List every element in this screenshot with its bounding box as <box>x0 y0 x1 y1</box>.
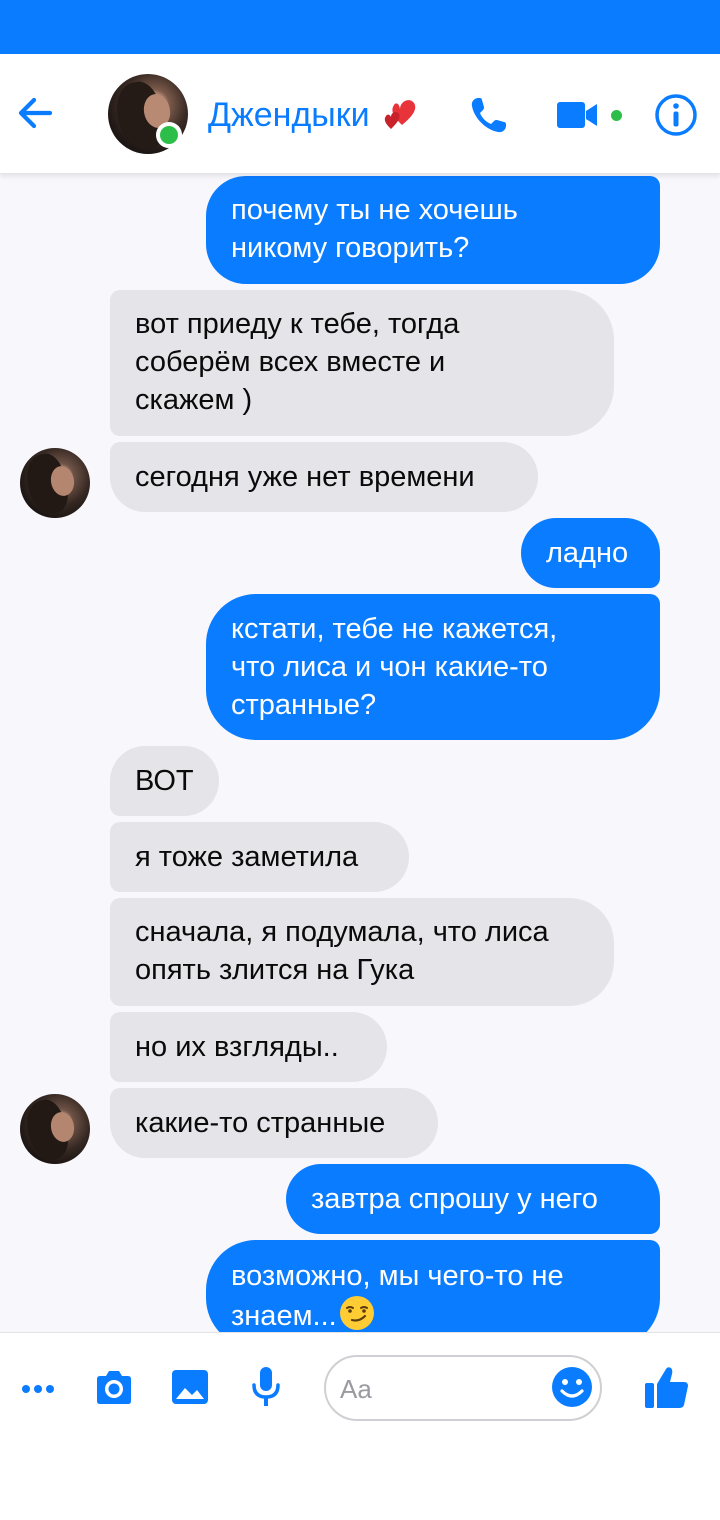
message-outgoing[interactable]: почему ты не хочешь никому говорить? <box>206 176 660 284</box>
online-status-dot <box>156 122 182 148</box>
message-incoming[interactable]: ВОТ <box>110 746 219 816</box>
message-input-placeholder: Aa <box>340 1374 372 1404</box>
smirk-emoji-icon <box>339 1296 374 1330</box>
info-icon[interactable] <box>654 93 698 137</box>
message-incoming[interactable]: сегодня уже нет времени <box>110 442 538 512</box>
message-text: возможно, мы чего-то не знаем... <box>231 1260 564 1332</box>
phone-icon[interactable] <box>466 94 510 138</box>
camera-icon[interactable] <box>93 1367 135 1407</box>
message-incoming[interactable]: но их взгляды.. <box>110 1012 387 1082</box>
message-outgoing[interactable]: возможно, мы чего-то не знаем... <box>206 1240 660 1332</box>
sender-avatar[interactable] <box>20 1094 90 1164</box>
message-list[interactable]: почему ты не хочешь никому говорить? вот… <box>0 174 720 1332</box>
contact-name-label: Дженд­ыки <box>208 95 370 134</box>
message-incoming[interactable]: какие-то странные <box>110 1088 438 1158</box>
message-incoming[interactable]: вот приеду к тебе, тогда соберём всех вм… <box>110 290 614 436</box>
video-active-dot <box>611 110 622 121</box>
thumbs-up-icon[interactable] <box>642 1363 690 1411</box>
message-outgoing[interactable]: ладно <box>521 518 660 588</box>
sender-avatar[interactable] <box>20 448 90 518</box>
emoji-icon[interactable] <box>551 1366 593 1408</box>
image-icon[interactable] <box>170 1367 210 1407</box>
video-camera-icon[interactable] <box>555 98 599 132</box>
microphone-icon[interactable] <box>248 1365 284 1409</box>
message-outgoing[interactable]: завтра спрошу у него <box>286 1164 660 1234</box>
message-composer: Aa <box>0 1332 720 1520</box>
message-incoming[interactable]: сначала, я подумала, что лиса опять злит… <box>110 898 614 1006</box>
two-hearts-icon <box>384 100 415 129</box>
conversation-header: Дженд­ыки <box>0 54 720 174</box>
contact-name[interactable]: Дженд­ыки <box>208 95 422 135</box>
more-dots-icon[interactable] <box>20 1373 56 1405</box>
back-arrow-icon[interactable] <box>14 92 56 134</box>
status-bar <box>0 0 720 54</box>
message-outgoing[interactable]: кстати, тебе не кажется, что лиса и чон … <box>206 594 660 740</box>
message-incoming[interactable]: я тоже заметила <box>110 822 409 892</box>
